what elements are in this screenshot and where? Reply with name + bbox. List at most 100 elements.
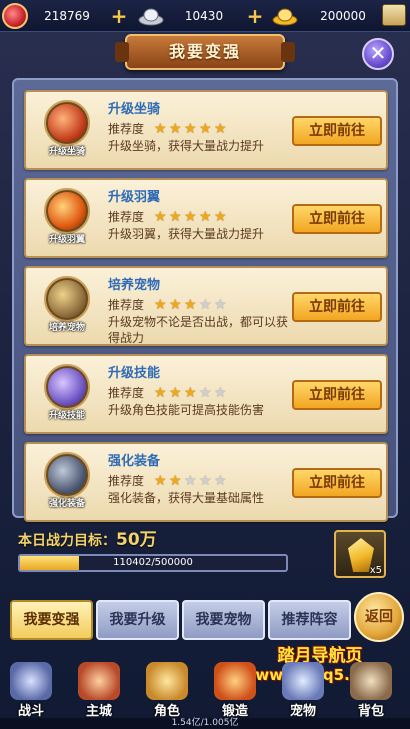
wings-icon: 升级羽翼	[38, 188, 96, 252]
nav-bag[interactable]: 背包	[342, 658, 400, 720]
task-icon-caption: 强化装备	[48, 499, 85, 509]
star-rating: ★ ★ ★ ★ ★	[154, 206, 229, 225]
nav-pets[interactable]: 宠物	[274, 658, 332, 720]
go-button[interactable]: 立即前往	[292, 292, 382, 322]
task-name: 强化装备	[108, 454, 161, 469]
pet-icon: 培养宠物	[38, 276, 96, 340]
reward-count: x5	[369, 565, 382, 576]
star-filled-icon: ★	[169, 209, 182, 225]
star-filled-icon: ★	[184, 385, 197, 401]
pet-nav-icon	[282, 662, 324, 700]
task-panel: 升级坐骑 升级坐骑 推荐度 ★ ★ ★ ★ ★ 升级坐骑，获得大量战力提升 立即前往 升…	[12, 78, 398, 522]
skill-book-icon: 升级技能	[38, 364, 96, 428]
mount-icon: 升级坐骑	[38, 100, 96, 164]
crossed-swords-icon	[10, 662, 52, 700]
equipment-icon: 强化装备	[38, 452, 96, 516]
star-empty-icon: ★	[199, 297, 212, 313]
task-description: 升级羽翼，获得大量战力提升	[108, 227, 265, 241]
star-filled-icon: ★	[154, 385, 167, 401]
recommend-label: 推荐度	[108, 386, 145, 400]
star-empty-icon: ★	[199, 385, 212, 401]
recommend-label: 推荐度	[108, 298, 145, 312]
task-name: 培养宠物	[108, 278, 161, 293]
task-name: 升级坐骑	[108, 102, 161, 117]
task-description: 升级坐骑，获得大量战力提升	[108, 139, 265, 153]
resource-silver: 10430 +	[130, 4, 268, 28]
star-empty-icon: ★	[199, 473, 212, 489]
star-rating: ★ ★ ★ ★ ★	[154, 118, 229, 137]
nav-character[interactable]: 角色	[138, 658, 196, 720]
close-icon: ✕	[369, 41, 387, 65]
star-filled-icon: ★	[214, 121, 227, 137]
tab-level-up[interactable]: 我要升级	[96, 600, 179, 640]
add-silver-button[interactable]: +	[246, 6, 264, 26]
go-button[interactable]: 立即前往	[292, 380, 382, 410]
add-gem-button[interactable]: +	[110, 6, 128, 26]
task-card-equipment: 强化装备 强化装备 推荐度 ★ ★ ★ ★ ★ 强化装备，获得大量基础属性 立即前往	[24, 442, 388, 522]
star-filled-icon: ★	[169, 473, 182, 489]
backpack-icon	[350, 662, 392, 700]
star-empty-icon: ★	[214, 473, 227, 489]
reward-chest[interactable]: x5	[334, 530, 386, 578]
task-card-wings: 升级羽翼 升级羽翼 推荐度 ★ ★ ★ ★ ★ 升级羽翼，获得大量战力提升 立即前往	[24, 178, 388, 258]
gem-count: 218769	[44, 9, 90, 23]
task-icon-caption: 升级羽翼	[48, 235, 85, 245]
castle-icon	[78, 662, 120, 700]
exp-bar: 1.54亿/1.005亿	[0, 718, 410, 729]
close-button[interactable]: ✕	[362, 38, 394, 70]
task-description: 升级宠物不论是否出战，都可以获得战力	[108, 315, 289, 345]
resource-bar: 218769 + 10430 + 200000 +	[0, 0, 410, 32]
nav-label: 背包	[357, 704, 384, 719]
go-button[interactable]: 立即前往	[292, 116, 382, 146]
star-rating: ★ ★ ★ ★ ★	[154, 382, 229, 401]
nav-label: 宠物	[289, 704, 316, 719]
mail-icon[interactable]	[382, 4, 406, 26]
nav-label: 主城	[85, 704, 112, 719]
power-progress-text: 110402/500000	[113, 557, 193, 568]
star-filled-icon: ★	[154, 209, 167, 225]
tab-pets[interactable]: 我要宠物	[182, 600, 265, 640]
recommend-label: 推荐度	[108, 210, 145, 224]
task-description: 升级角色技能可提高技能伤害	[108, 403, 265, 417]
star-filled-icon: ★	[199, 121, 212, 137]
star-empty-icon: ★	[184, 473, 197, 489]
star-filled-icon: ★	[169, 385, 182, 401]
nav-label: 战斗	[17, 704, 44, 719]
star-filled-icon: ★	[199, 209, 212, 225]
gold-count: 200000	[320, 9, 366, 23]
nav-city[interactable]: 主城	[70, 658, 128, 720]
tab-get-stronger[interactable]: 我要变强	[10, 600, 93, 640]
task-card-skill: 升级技能 升级技能 推荐度 ★ ★ ★ ★ ★ 升级角色技能可提高技能伤害 立即前往	[24, 354, 388, 434]
tab-recommended-lineup[interactable]: 推荐阵容	[268, 600, 351, 640]
star-filled-icon: ★	[169, 297, 182, 313]
star-filled-icon: ★	[184, 121, 197, 137]
star-rating: ★ ★ ★ ★ ★	[154, 470, 229, 489]
recommend-label: 推荐度	[108, 122, 145, 136]
star-filled-icon: ★	[184, 297, 197, 313]
exp-text: 1.54亿/1.005亿	[171, 718, 239, 728]
power-target: 本日战力目标：50万	[18, 525, 157, 550]
star-filled-icon: ★	[214, 209, 227, 225]
task-name: 升级羽翼	[108, 190, 161, 205]
task-icon-caption: 培养宠物	[48, 323, 85, 333]
star-filled-icon: ★	[154, 297, 167, 313]
power-target-label: 本日战力目标：	[18, 533, 116, 549]
task-card-pet: 培养宠物 培养宠物 推荐度 ★ ★ ★ ★ ★ 升级宠物不论是否出战，都可以获得战力 立…	[24, 266, 388, 346]
nav-battle[interactable]: 战斗	[2, 658, 60, 720]
nav-label: 角色	[153, 704, 180, 719]
go-button[interactable]: 立即前往	[292, 204, 382, 234]
star-filled-icon: ★	[169, 121, 182, 137]
silver-count: 10430	[184, 9, 224, 23]
nav-forge[interactable]: 锻造	[206, 658, 264, 720]
star-empty-icon: ★	[214, 385, 227, 401]
star-empty-icon: ★	[214, 297, 227, 313]
resource-gem: 218769 +	[0, 4, 130, 28]
task-icon-caption: 升级坐骑	[48, 147, 85, 157]
back-button[interactable]: 返回	[354, 592, 404, 642]
recommend-label: 推荐度	[108, 474, 145, 488]
star-filled-icon: ★	[154, 473, 167, 489]
page-title: 我要变强	[168, 42, 241, 61]
title-plaque: 我要变强	[115, 34, 295, 70]
go-button[interactable]: 立即前往	[292, 468, 382, 498]
star-filled-icon: ★	[154, 121, 167, 137]
